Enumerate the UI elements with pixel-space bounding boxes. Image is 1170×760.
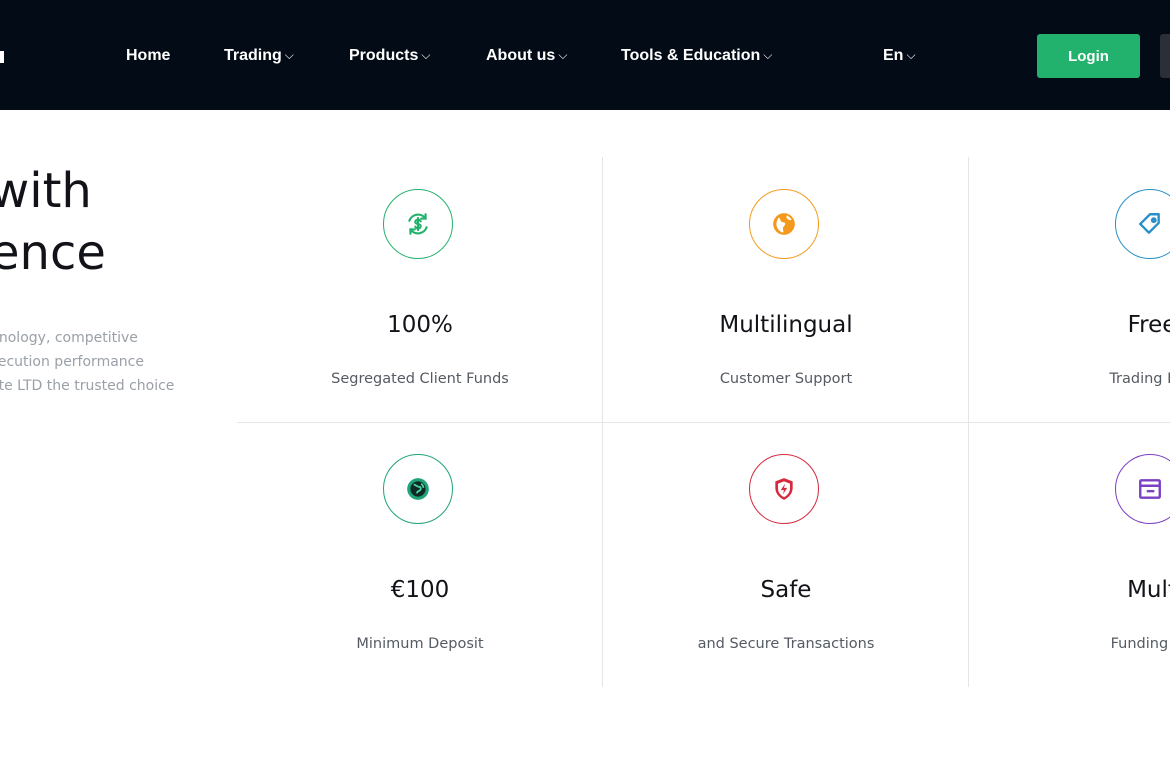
language-selector[interactable]: En ⌵ <box>883 44 916 68</box>
feature-free-education: Free Trading Edu <box>969 157 1170 422</box>
nav-item-tools-education[interactable]: Tools & Education ⌵ <box>621 44 772 68</box>
feature-title: Mult <box>1127 577 1170 603</box>
coin-icon <box>383 454 453 524</box>
nav-item-label: Tools & Education <box>621 47 761 64</box>
feature-title: Free <box>1127 312 1170 338</box>
language-label: En <box>883 47 904 64</box>
shield-bolt-icon <box>749 454 819 524</box>
nav-item-trading[interactable]: Trading ⌵ <box>224 44 294 68</box>
hero-title: with ence <box>0 160 106 284</box>
chevron-down-icon: ⌵ <box>906 48 916 62</box>
hero-title-line: with <box>0 163 92 219</box>
hero-description-line: ate LTD the trusted choice <box>0 378 175 394</box>
feature-title: Multilingual <box>719 312 853 338</box>
feature-title: €100 <box>390 577 450 603</box>
globe-icon <box>749 189 819 259</box>
nav-item-label: Home <box>126 47 171 64</box>
logo-fragment[interactable] <box>0 51 4 63</box>
dollar-refresh-icon <box>383 189 453 259</box>
feature-multilingual-support: Multilingual Customer Support <box>603 157 969 422</box>
top-navbar: Home Trading ⌵ Products ⌵ About us ⌵ Tools … <box>0 0 1170 110</box>
login-button[interactable]: Login <box>1037 34 1140 78</box>
nav-item-label: Products <box>349 47 419 64</box>
feature-minimum-deposit: €100 Minimum Deposit <box>237 422 603 687</box>
feature-subtitle: Customer Support <box>719 371 853 387</box>
register-button-fragment[interactable] <box>1160 34 1170 78</box>
feature-subtitle: Minimum Deposit <box>356 636 484 652</box>
feature-title: Safe <box>760 577 812 603</box>
wallet-icon <box>1115 454 1170 524</box>
hero-title-line: ence <box>0 225 106 281</box>
hero-description-line: nnology, competitive <box>0 330 138 346</box>
feature-subtitle: and Secure Transactions <box>697 636 875 652</box>
feature-subtitle: Segregated Client Funds <box>331 371 509 387</box>
feature-funding-options: Mult Funding Op <box>969 422 1170 687</box>
feature-secure-transactions: Safe and Secure Transactions <box>603 422 969 687</box>
chevron-down-icon: ⌵ <box>763 48 773 62</box>
nav-item-label: Trading <box>224 47 282 64</box>
feature-title: 100% <box>387 312 453 338</box>
feature-subtitle: Funding Op <box>1110 636 1170 652</box>
chevron-down-icon: ⌵ <box>284 48 294 62</box>
nav-item-products[interactable]: Products ⌵ <box>349 44 430 68</box>
hero-description: nnology, competitive xecution performanc… <box>0 326 210 398</box>
nav-item-about-us[interactable]: About us ⌵ <box>486 44 567 68</box>
chevron-down-icon: ⌵ <box>558 48 568 62</box>
tag-icon <box>1115 189 1170 259</box>
chevron-down-icon: ⌵ <box>421 48 431 62</box>
nav-item-label: About us <box>486 47 556 64</box>
feature-subtitle: Trading Edu <box>1109 371 1170 387</box>
feature-segregated-funds: 100% Segregated Client Funds <box>237 157 603 422</box>
nav-item-home[interactable]: Home <box>126 44 170 68</box>
hero-description-line: xecution performance <box>0 354 144 370</box>
